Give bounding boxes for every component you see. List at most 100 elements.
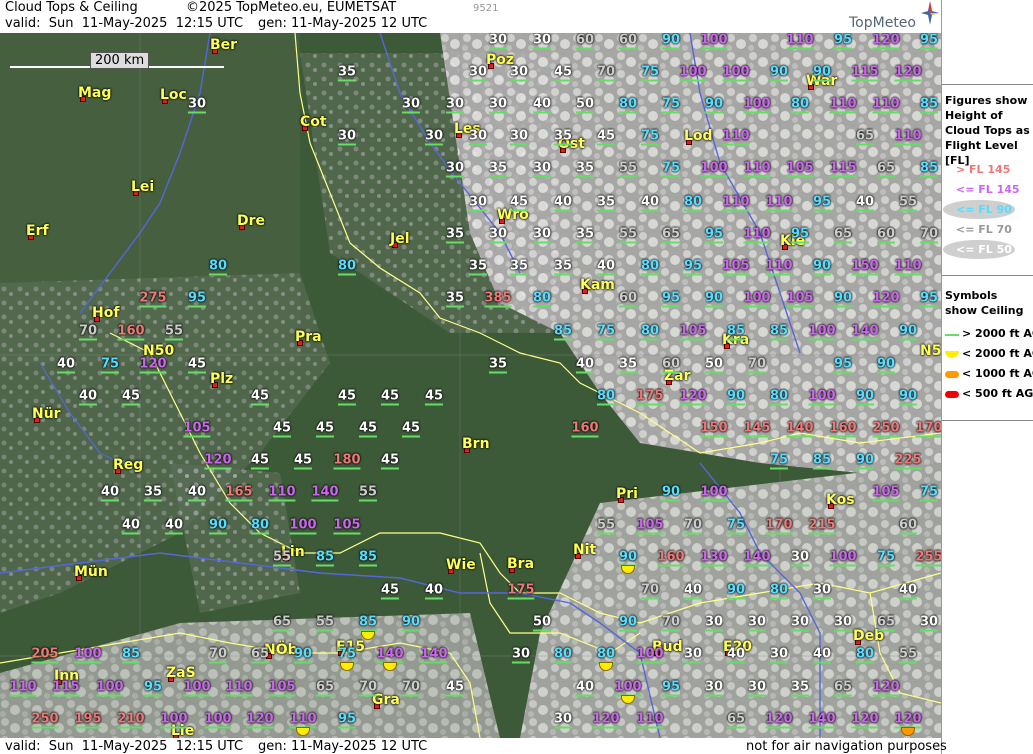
cloud-top-value: 30 (511, 646, 531, 664)
cloud-top-value: 30 (833, 614, 853, 632)
cloud-top-value: 100 (700, 484, 728, 502)
cloud-top-value: 120 (872, 33, 900, 50)
cloud-top-value: 105 (333, 517, 361, 535)
cloud-top-value: 30 (532, 33, 552, 50)
cloud-top-value: 45 (596, 128, 616, 146)
cloud-top-value: 75 (726, 517, 746, 535)
cloud-top-value: 140 (311, 484, 339, 502)
topmeteo-logo: TopMeteo (841, 0, 941, 33)
cloud-top-value: 70 (208, 646, 228, 664)
cloud-top-value: 30 (532, 226, 552, 244)
cloud-top-value: 110 (872, 96, 900, 114)
cloud-top-value: 70 (596, 64, 616, 82)
cloud-top-value: 100 (808, 323, 836, 341)
cloud-top-value: 40 (575, 679, 595, 697)
cloud-top-value: 45 (121, 388, 141, 406)
cloud-top-value: 100 (679, 64, 707, 82)
cloud-top-value: 35 (468, 258, 488, 276)
cloud-top-value: 100 (743, 290, 771, 308)
symbols-legend-title: Symbols show Ceiling (945, 289, 1024, 317)
cloud-top-value: 95 (833, 356, 853, 374)
cloud-top-value: 195 (74, 711, 102, 729)
legend-panel: Figures show Height of Cloud Tops as Fli… (941, 0, 1033, 754)
cloud-top-value: 85 (769, 323, 789, 341)
cloud-top-value: 140 (808, 711, 836, 729)
satellite-map[interactable]: 200 km N50 N5 Ber Poz War Mag Loc Cot Les Lod Os… (0, 33, 941, 738)
cloud-top-value: 45 (445, 679, 465, 697)
cloud-top-value: 95 (812, 194, 832, 212)
cloud-top-value: 75 (596, 323, 616, 341)
cloud-top-value: 55 (618, 160, 638, 178)
cloud-top-value: 100 (160, 711, 188, 729)
cloud-top-value: 90 (704, 290, 724, 308)
cloud-top-value: 55 (596, 517, 616, 535)
cloud-top-value: 85 (121, 646, 141, 664)
cloud-top-value: 100 (722, 64, 750, 82)
cloud-top-value: 100 (700, 33, 728, 50)
cloud-top-value: 105 (636, 517, 664, 535)
cloud-top-value: 75 (640, 64, 660, 82)
city-label: Wie (446, 557, 476, 573)
cloud-top-value: 30 (704, 614, 724, 632)
cloud-top-value: 35 (509, 258, 529, 276)
legend-divider (942, 84, 1033, 85)
logo-text: TopMeteo (849, 15, 916, 31)
cloud-top-value: 105 (872, 484, 900, 502)
cloud-top-value: 30 (532, 160, 552, 178)
city-label: Lod (684, 128, 713, 144)
cloud-top-value: 80 (596, 388, 616, 406)
cloud-top-value: 75 (769, 452, 789, 470)
cloud-top-value: 110 (786, 33, 814, 50)
cloud-top-value: 95 (143, 679, 163, 697)
cloud-top-value: 100 (808, 388, 836, 406)
cloud-top-value: 90 (293, 646, 313, 664)
cloud-top-value: 60 (898, 517, 918, 535)
cloud-top-value: 90 (401, 614, 421, 632)
cloud-top-value: 75 (876, 549, 896, 567)
cloud-top-value: 95 (833, 33, 853, 50)
cloud-top-value: 45 (553, 64, 573, 82)
cloud-top-value: 160 (657, 549, 685, 567)
figure-legend-item: <= FL 90 (956, 203, 1012, 216)
cloud-top-value: 35 (575, 160, 595, 178)
cloud-top-value: 90 (812, 258, 832, 276)
cloud-top-value: 95 (704, 226, 724, 244)
cloud-top-value: 215 (808, 517, 836, 535)
cloud-top-value: 80 (855, 646, 875, 664)
cloud-top-value: 30 (468, 128, 488, 146)
cloud-top-value: 110 (722, 128, 750, 146)
cloud-top-value: 35 (488, 356, 508, 374)
cloud-top-value: 105 (268, 679, 296, 697)
cloud-top-value: 75 (661, 96, 681, 114)
city-label: Kos (826, 492, 855, 508)
cloud-top-value: 110 (9, 679, 37, 697)
cloud-top-value: 150 (851, 258, 879, 276)
cloud-top-value: 120 (139, 356, 167, 374)
legend-divider (942, 275, 1033, 276)
city-label: Cot (300, 114, 327, 130)
cloud-top-value: 65 (855, 128, 875, 146)
cloud-top-value: 70 (683, 517, 703, 535)
ceiling-legend-item: < 1000 ft AGL (962, 367, 1033, 380)
footer-generation-time: gen: 11-May-2025 12 UTC (258, 739, 428, 754)
cloud-top-value: 160 (571, 420, 599, 438)
valid-time: valid: Sun 11-May-2025 12:15 UTC (5, 16, 244, 31)
ceiling-legend-item: < 500 ft AGL (962, 387, 1033, 400)
cloud-top-value: 170 (915, 420, 941, 438)
city-label: Plz (210, 371, 234, 387)
ceiling-legend-item: < 2000 ft AGL (962, 347, 1033, 360)
cloud-top-value: 35 (445, 290, 465, 308)
cloud-top-value: 110 (743, 160, 771, 178)
cloud-top-value: 65 (250, 646, 270, 664)
cloud-top-value: 45 (380, 582, 400, 600)
cloud-top-value: 45 (380, 452, 400, 470)
cloud-top-value: 100 (74, 646, 102, 664)
city-label: Dre (237, 213, 266, 229)
cloud-top-value: 30 (747, 614, 767, 632)
compass-star-icon (921, 1, 939, 25)
cloud-top-value: 40 (56, 356, 76, 374)
cloud-top-value: 120 (872, 679, 900, 697)
cloud-top-value: 130 (700, 549, 728, 567)
cloud-top-value: 95 (661, 290, 681, 308)
cloud-top-value: 30 (187, 96, 207, 114)
